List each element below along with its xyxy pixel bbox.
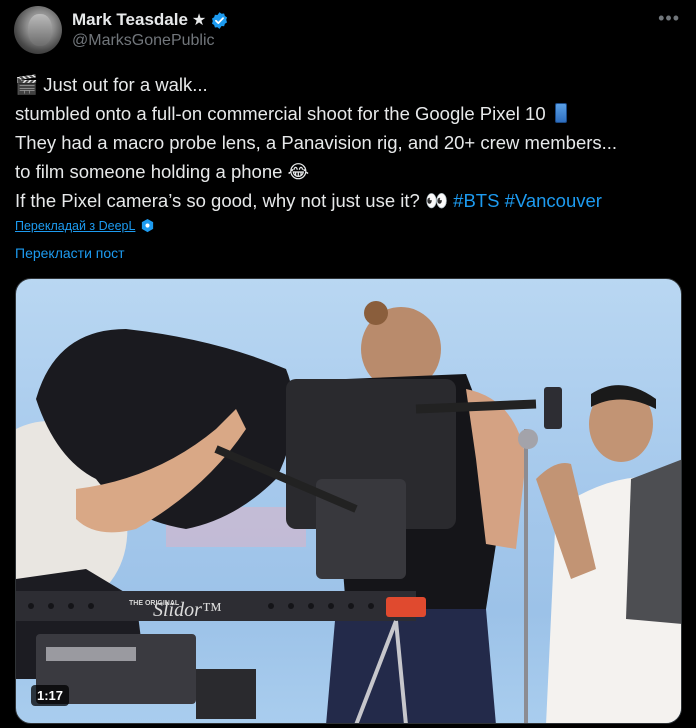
author-handle[interactable]: @MarksGonePublic — [72, 32, 215, 50]
translate-post-link[interactable]: Перекласти пост — [15, 245, 125, 261]
hashtag-bts[interactable]: #BTS — [453, 190, 499, 211]
avatar[interactable] — [14, 6, 62, 54]
tweet-line-4-text: to film someone holding a phone — [15, 161, 283, 182]
tweet-text: 🎬 Just out for a walk... stumbled onto a… — [15, 70, 685, 215]
video-frame: THE ORIGINAL Slidor™ — [16, 301, 681, 723]
deepl-label: Перекладай з DeepL — [15, 218, 136, 233]
author-name-row[interactable]: Mark Teasdale ★ — [72, 10, 229, 30]
tweet-line-1-text: Just out for a walk... — [43, 74, 208, 95]
deepl-icon — [142, 218, 154, 233]
tweet-header: Mark Teasdale ★ @MarksGonePublic ••• — [14, 6, 682, 56]
eyes-emoji: 👀 — [424, 190, 449, 211]
phone-on-stand — [544, 387, 562, 429]
author-name[interactable]: Mark Teasdale — [72, 10, 188, 30]
video-player[interactable]: THE ORIGINAL Slidor™ 1:17 — [15, 278, 682, 724]
hashtag-vancouver[interactable]: #Vancouver — [505, 190, 602, 211]
video-duration-badge: 1:17 — [31, 685, 70, 706]
tweet-line-3: They had a macro probe lens, a Panavisio… — [15, 132, 618, 153]
clapperboard-emoji: 🎬 — [15, 74, 39, 95]
tweet-line-4: to film someone holding a phone 😂 — [15, 157, 685, 186]
tweet-line-2-text: stumbled onto a full-on commercial shoot… — [15, 103, 546, 124]
tweet-line-1: 🎬 Just out for a walk... — [15, 70, 685, 99]
deepl-translate-link[interactable]: Перекладай з DeepL — [15, 218, 155, 233]
tweet-line-5-text: If the Pixel camera’s so good, why not j… — [15, 190, 420, 211]
star-icon: ★ — [191, 12, 207, 29]
tweet-line-2: stumbled onto a full-on commercial shoot… — [15, 99, 685, 128]
tweet-line-5: If the Pixel camera’s so good, why not j… — [15, 186, 685, 215]
more-options-icon[interactable]: ••• — [658, 8, 680, 29]
mobile-phone-icon — [554, 103, 567, 123]
laughing-emoji: 😂 — [287, 161, 310, 182]
verified-badge-icon[interactable] — [210, 11, 229, 30]
slider-brand: Slidor™ — [153, 599, 222, 621]
